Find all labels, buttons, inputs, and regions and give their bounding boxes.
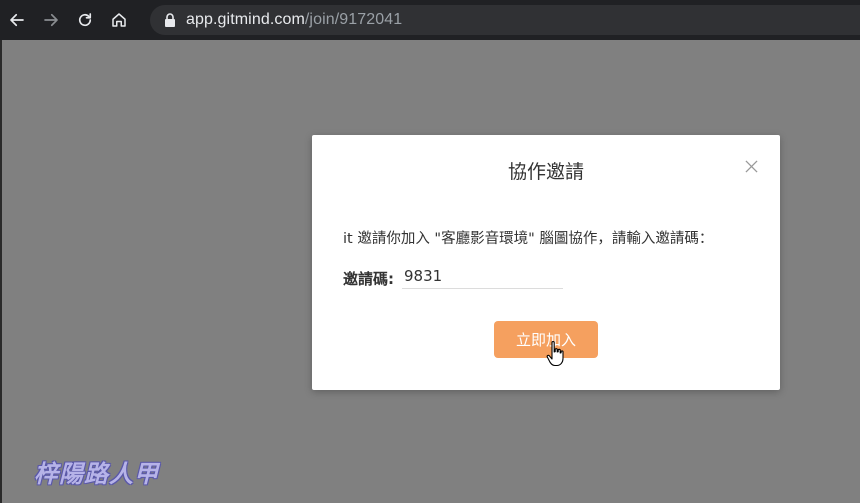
invite-message: it 邀請你加入 "客廳影音環境" 腦圖協作，請輸入邀請碼： — [343, 231, 714, 247]
hand-pointer-icon — [546, 341, 564, 367]
window-edge — [0, 40, 2, 503]
dialog-title: 協作邀請 — [507, 161, 584, 183]
invite-code-label: 邀請碼: — [343, 270, 394, 288]
url-text: app.gitmind.com/join/9172041 — [186, 11, 402, 29]
home-button[interactable] — [102, 0, 136, 40]
watermark-logo: 梓陽路人甲 — [34, 460, 159, 488]
invite-code-input[interactable] — [402, 263, 563, 289]
arrow-right-icon — [44, 13, 58, 27]
browser-toolbar: app.gitmind.com/join/9172041 — [0, 0, 860, 40]
reload-icon — [78, 13, 92, 27]
close-icon — [744, 159, 758, 173]
back-button[interactable] — [0, 0, 34, 40]
url-path: /join/9172041 — [304, 11, 403, 28]
reload-button[interactable] — [68, 0, 102, 40]
address-bar[interactable]: app.gitmind.com/join/9172041 — [150, 5, 860, 35]
forward-button[interactable] — [34, 0, 68, 40]
url-host: app.gitmind.com — [186, 11, 305, 28]
arrow-left-icon — [10, 13, 24, 27]
close-button[interactable] — [744, 159, 758, 173]
invite-dialog: 協作邀請 it 邀請你加入 "客廳影音環境" 腦圖協作，請輸入邀請碼： 邀請碼:… — [312, 135, 780, 390]
lock-icon — [164, 13, 176, 27]
home-icon — [112, 13, 126, 27]
